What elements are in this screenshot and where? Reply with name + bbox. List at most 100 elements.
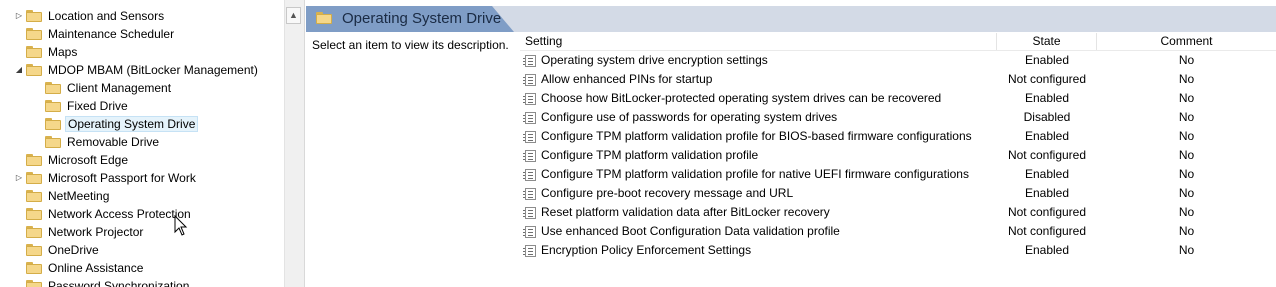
- tree-item[interactable]: ▷ Location and Sensors: [16, 7, 166, 25]
- tree-item-label: OneDrive: [48, 243, 99, 257]
- setting-comment: No: [1178, 224, 1195, 238]
- table-row[interactable]: Configure TPM platform validation profil…: [520, 165, 1276, 184]
- chevron-right-icon[interactable]: ▷: [14, 11, 24, 21]
- tree-item[interactable]: Fixed Drive: [45, 97, 130, 115]
- setting-comment: No: [1178, 167, 1195, 181]
- scroll-up-arrow-icon[interactable]: ▲: [286, 7, 301, 24]
- tree-item-label: Fixed Drive: [67, 99, 128, 113]
- setting-state: Not configured: [1007, 205, 1087, 219]
- tree-item-label: MDOP MBAM (BitLocker Management): [48, 63, 258, 77]
- tree-item[interactable]: Operating System Drive: [45, 115, 199, 133]
- setting-name: Choose how BitLocker-protected operating…: [541, 91, 942, 105]
- description-text: Select an item to view its description.: [312, 38, 509, 52]
- folder-icon: [26, 46, 42, 58]
- folder-icon: [26, 154, 42, 166]
- tree-scrollbar[interactable]: ▲: [284, 0, 301, 287]
- folder-icon: [26, 226, 42, 238]
- tree-item-label: Maintenance Scheduler: [48, 27, 175, 41]
- setting-comment: No: [1178, 91, 1195, 105]
- setting-comment: No: [1178, 129, 1195, 143]
- tree-pane: ▷ Location and Sensors Maintenance Schedul…: [0, 0, 284, 287]
- setting-name: Allow enhanced PINs for startup: [541, 72, 713, 86]
- setting-name: Operating system drive encryption settin…: [541, 53, 768, 67]
- tree-item[interactable]: NetMeeting: [26, 187, 111, 205]
- table-row[interactable]: Configure TPM platform validation profil…: [520, 127, 1276, 146]
- policy-setting-icon: [523, 169, 536, 181]
- setting-comment: No: [1178, 186, 1195, 200]
- folder-icon: [26, 208, 42, 220]
- policy-setting-icon: [523, 131, 536, 143]
- table-row[interactable]: Encryption Policy Enforcement Settings En…: [520, 241, 1276, 260]
- tree-item-label: Network Access Protection: [48, 207, 191, 221]
- folder-icon: [26, 280, 42, 287]
- policy-setting-icon: [523, 207, 536, 219]
- tree-item[interactable]: ◢ MDOP MBAM (BitLocker Management): [16, 61, 260, 79]
- folder-icon: [45, 118, 61, 130]
- table-row[interactable]: Configure TPM platform validation profil…: [520, 146, 1276, 165]
- policy-setting-icon: [523, 150, 536, 162]
- setting-state: Enabled: [1024, 91, 1070, 105]
- tree-item[interactable]: Maps: [26, 43, 79, 61]
- tree-item-label: Online Assistance: [48, 261, 144, 275]
- folder-icon: [26, 64, 42, 76]
- column-header-state[interactable]: State: [997, 33, 1097, 50]
- setting-state: Not configured: [1007, 224, 1087, 238]
- tree-item-label: Client Management: [67, 81, 172, 95]
- tree-item[interactable]: Microsoft Edge: [26, 151, 130, 169]
- tree-item-label: Removable Drive: [67, 135, 160, 149]
- setting-comment: No: [1178, 205, 1195, 219]
- setting-state: Disabled: [1023, 110, 1071, 124]
- tree-item[interactable]: Removable Drive: [45, 133, 161, 151]
- folder-icon: [26, 172, 42, 184]
- setting-name: Use enhanced Boot Configuration Data val…: [541, 224, 840, 238]
- setting-comment: No: [1178, 110, 1195, 124]
- column-header-setting[interactable]: Setting: [520, 33, 997, 50]
- folder-icon: [26, 28, 42, 40]
- table-row[interactable]: Configure pre-boot recovery message and …: [520, 184, 1276, 203]
- tree-item-label: Microsoft Passport for Work: [48, 171, 196, 185]
- column-header-comment[interactable]: Comment: [1097, 33, 1276, 50]
- tree-item-label: Network Projector: [48, 225, 144, 239]
- policy-setting-icon: [523, 188, 536, 200]
- tree-item-label: Location and Sensors: [48, 9, 165, 23]
- tree-item[interactable]: OneDrive: [26, 241, 101, 259]
- setting-name: Encryption Policy Enforcement Settings: [541, 243, 752, 257]
- tree-item[interactable]: Client Management: [45, 79, 173, 97]
- tree-item[interactable]: Password Synchronization: [26, 277, 191, 287]
- chevron-right-icon[interactable]: ▷: [14, 173, 24, 183]
- setting-name: Configure TPM platform validation profil…: [541, 148, 759, 162]
- setting-state: Enabled: [1024, 167, 1070, 181]
- tree-item[interactable]: Online Assistance: [26, 259, 145, 277]
- folder-icon: [26, 262, 42, 274]
- setting-state: Not configured: [1007, 148, 1087, 162]
- table-row[interactable]: Operating system drive encryption settin…: [520, 51, 1276, 70]
- setting-name: Reset platform validation data after Bit…: [541, 205, 830, 219]
- folder-icon: [26, 244, 42, 256]
- policy-setting-icon: [523, 245, 536, 257]
- pane-splitter[interactable]: [301, 0, 305, 287]
- tree-item-label: Password Synchronization: [48, 279, 190, 287]
- table-row[interactable]: Configure use of passwords for operating…: [520, 108, 1276, 127]
- table-row[interactable]: Reset platform validation data after Bit…: [520, 203, 1276, 222]
- tree-item-label: Maps: [48, 45, 78, 59]
- tree-item-label: Microsoft Edge: [48, 153, 129, 167]
- tree-item[interactable]: Network Access Protection: [26, 205, 193, 223]
- tree-item[interactable]: Maintenance Scheduler: [26, 25, 176, 43]
- chevron-down-icon[interactable]: ◢: [14, 65, 24, 75]
- folder-icon: [26, 10, 42, 22]
- tree-item[interactable]: ▷ Microsoft Passport for Work: [16, 169, 198, 187]
- policy-setting-icon: [523, 74, 536, 86]
- folder-icon: [45, 100, 61, 112]
- table-row[interactable]: Use enhanced Boot Configuration Data val…: [520, 222, 1276, 241]
- setting-state: Enabled: [1024, 53, 1070, 67]
- setting-name: Configure pre-boot recovery message and …: [541, 186, 794, 200]
- folder-icon: [26, 190, 42, 202]
- table-row[interactable]: Allow enhanced PINs for startup Not confi…: [520, 70, 1276, 89]
- folder-icon: [45, 136, 61, 148]
- setting-state: Enabled: [1024, 186, 1070, 200]
- table-row[interactable]: Choose how BitLocker-protected operating…: [520, 89, 1276, 108]
- policy-setting-icon: [523, 55, 536, 67]
- tree-item[interactable]: Network Projector: [26, 223, 145, 241]
- setting-comment: No: [1178, 53, 1195, 67]
- setting-comment: No: [1178, 243, 1195, 257]
